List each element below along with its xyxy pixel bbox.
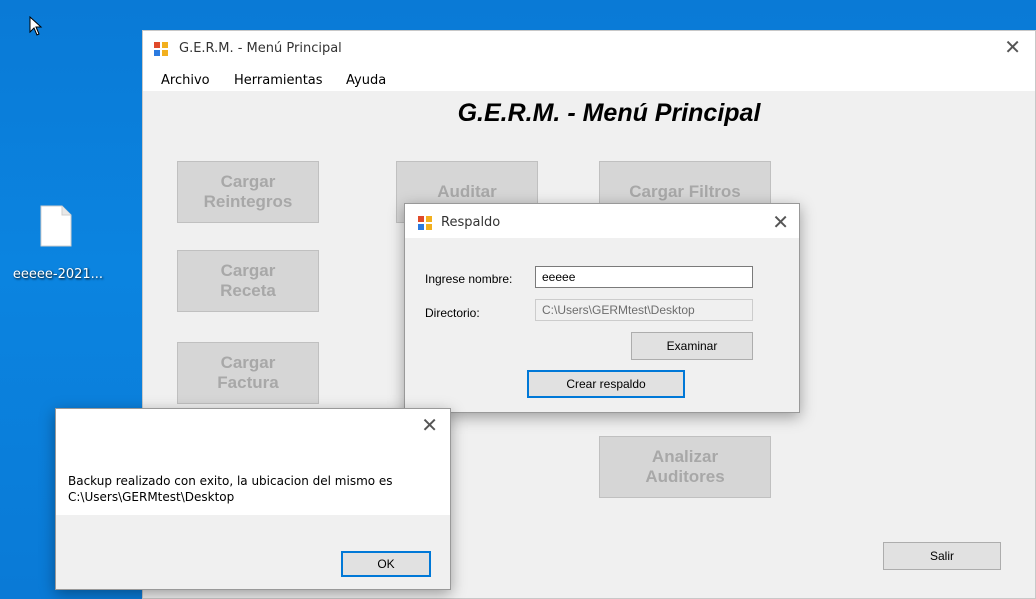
menu-ayuda[interactable]: Ayuda (346, 73, 386, 88)
message-text: Backup realizado con exito, la ubicacion… (68, 473, 393, 505)
app-icon (418, 216, 432, 230)
nombre-label: Ingrese nombre: (425, 272, 513, 286)
mouse-cursor-icon (29, 16, 43, 36)
cargar-reintegros-button[interactable]: Cargar Reintegros (177, 161, 319, 223)
cargar-receta-button[interactable]: Cargar Receta (177, 250, 319, 312)
menu-herramientas[interactable]: Herramientas (234, 73, 323, 88)
respaldo-close-icon[interactable]: ✕ (772, 210, 789, 235)
message-close-icon[interactable]: ✕ (421, 413, 438, 438)
message-line-1: Backup realizado con exito, la ubicacion… (68, 474, 393, 488)
directorio-field: C:\Users\GERMtest\Desktop (535, 299, 753, 321)
menu-archivo[interactable]: Archivo (161, 73, 210, 88)
main-window-title: G.E.R.M. - Menú Principal (179, 41, 342, 56)
salir-button[interactable]: Salir (883, 542, 1001, 570)
respaldo-title: Respaldo (441, 215, 501, 230)
directorio-label: Directorio: (425, 306, 480, 320)
desktop-file-label: eeeee-2021... (12, 267, 104, 282)
file-icon (40, 205, 72, 247)
respaldo-titlebar: Respaldo ✕ (405, 204, 799, 238)
nombre-input[interactable]: eeeee (535, 266, 753, 288)
app-icon (154, 42, 168, 56)
ok-button[interactable]: OK (341, 551, 431, 577)
main-titlebar: G.E.R.M. - Menú Principal ✕ (143, 31, 1035, 65)
main-close-icon[interactable]: ✕ (1004, 35, 1021, 60)
respaldo-dialog: Respaldo ✕ Ingrese nombre: eeeee Directo… (404, 203, 800, 413)
page-title: G.E.R.M. - Menú Principal (457, 99, 761, 127)
menubar: Archivo Herramientas Ayuda (143, 65, 1035, 91)
examinar-button[interactable]: Examinar (631, 332, 753, 360)
message-box-body: ✕ Backup realizado con exito, la ubicaci… (56, 409, 450, 515)
cargar-factura-button[interactable]: Cargar Factura (177, 342, 319, 404)
message-box: ✕ Backup realizado con exito, la ubicaci… (55, 408, 451, 590)
analizar-auditores-button[interactable]: Analizar Auditores (599, 436, 771, 498)
message-line-2: C:\Users\GERMtest\Desktop (68, 490, 235, 504)
crear-respaldo-button[interactable]: Crear respaldo (527, 370, 685, 398)
